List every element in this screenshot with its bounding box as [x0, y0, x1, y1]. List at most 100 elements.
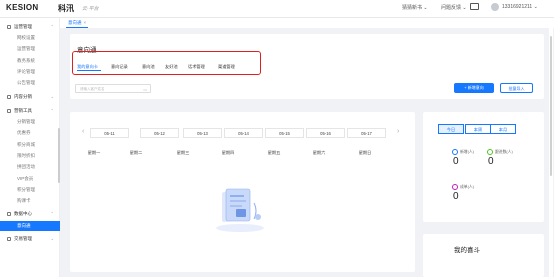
sub-tab-5[interactable]: 渠道管理	[218, 64, 235, 70]
calendar-icon[interactable]: ▭	[143, 86, 147, 94]
sidebar-scrollbar[interactable]	[58, 128, 60, 183]
sidebar-item-5[interactable]: 公告管理	[0, 78, 60, 88]
sub-tab-underline	[77, 70, 101, 71]
sidebar-item-label: 网校设置	[17, 35, 35, 40]
sidebar-item-label: 公告管理	[17, 80, 35, 85]
mail-icon[interactable]	[470, 3, 479, 10]
date-cell[interactable]: 05-14	[224, 128, 263, 138]
sidebar-item-13[interactable]: VIP会员	[0, 174, 60, 184]
weekday-header: 星期一	[87, 150, 101, 155]
stat-value: 0	[453, 156, 459, 167]
period-tab-1[interactable]: 本周	[465, 124, 491, 134]
top-bar: KESION 科汛 云·平台 猜猜新书 ⌄ 问题反馈 ⌄ 13316921211…	[0, 0, 554, 18]
user-account[interactable]: 13316921211 ⌄	[502, 4, 538, 10]
tab-yixiangtong[interactable]: 意向通 ×	[66, 18, 89, 28]
weekday-header: 星期二	[129, 150, 143, 155]
menu-group-icon	[7, 236, 11, 241]
sub-tab-1[interactable]: 意向记录	[111, 64, 128, 70]
chevron-icon: ⌄	[50, 236, 54, 241]
sidebar-item-label: 运营管理	[14, 24, 32, 29]
sidebar-item-12[interactable]: 拼团活动	[0, 162, 60, 172]
highlight-box	[72, 51, 261, 75]
sidebar-item-17[interactable]: 意向通	[0, 221, 60, 231]
sidebar-item-label: 分销管理	[17, 119, 35, 124]
close-icon[interactable]: ×	[84, 20, 87, 25]
prev-arrow-icon[interactable]: ‹	[82, 128, 84, 135]
sidebar-item-label: 教务系统	[17, 58, 35, 63]
sidebar-item-label: 积分商城	[17, 142, 35, 147]
chevron-icon: ⌄	[50, 94, 54, 99]
sidebar-item-label: 购课卡	[17, 198, 31, 203]
menu-group-icon	[7, 108, 11, 113]
sidebar-item-label: 限时折扣	[17, 153, 35, 158]
menu-group-icon	[7, 24, 11, 29]
sidebar-item-label: 运营管理	[17, 46, 35, 51]
sidebar-item-9[interactable]: 优惠券	[0, 128, 60, 138]
add-intent-button[interactable]: + 新增意向	[454, 83, 494, 93]
sidebar-item-2[interactable]: 运营管理	[0, 44, 60, 54]
sidebar-item-label: 交易管理	[14, 236, 32, 241]
weekday-header: 星期四	[221, 150, 235, 155]
date-cell[interactable]: 05-13	[183, 128, 222, 138]
avatar[interactable]	[491, 3, 499, 11]
sidebar-item-0[interactable]: 运营管理 ⌃	[0, 22, 60, 32]
sidebar-item-7[interactable]: 营销工具 ⌃	[0, 106, 60, 116]
sidebar-item-label: 积分管理	[17, 187, 35, 192]
brand-logo: KESION	[6, 3, 39, 12]
next-arrow-icon[interactable]: ›	[397, 128, 399, 135]
sidebar-item-10[interactable]: 积分商城	[0, 140, 60, 150]
brand-tagline: 云·平台	[82, 6, 99, 12]
sidebar-item-8[interactable]: 分销管理	[0, 117, 60, 127]
tab-label: 意向通	[68, 20, 82, 25]
stat-value: 0	[488, 156, 494, 167]
weekday-header: 星期六	[312, 150, 326, 155]
weekday-header: 星期三	[176, 150, 190, 155]
sidebar-item-15[interactable]: 购课卡	[0, 196, 60, 206]
menu-group-icon	[7, 94, 11, 99]
stat-icon	[452, 184, 458, 190]
sidebar-item-14[interactable]: 积分管理	[0, 185, 60, 195]
date-cell[interactable]: 05-11	[90, 128, 129, 138]
bulk-import-button[interactable]: 批量导入	[500, 83, 533, 93]
ranking-title: 我的喜斗	[454, 247, 480, 254]
chevron-icon: ⌃	[50, 24, 54, 29]
sidebar-item-18[interactable]: 交易管理 ⌄	[0, 234, 60, 244]
sidebar-item-label: 评论管理	[17, 69, 35, 74]
sidebar-item-label: 意向通	[17, 223, 31, 228]
sidebar-item-label: 数据中心	[14, 211, 32, 216]
top-menu-feedback[interactable]: 问题反馈 ⌄	[441, 4, 467, 11]
stat-icon	[452, 149, 458, 155]
sidebar-item-11[interactable]: 限时折扣	[0, 151, 60, 161]
sidebar-item-label: 内容分销	[14, 94, 32, 99]
date-cell[interactable]: 05-17	[347, 128, 386, 138]
sidebar-item-3[interactable]: 教务系统	[0, 56, 60, 66]
sidebar-item-label: VIP会员	[17, 176, 34, 181]
date-cell[interactable]: 05-12	[140, 128, 179, 138]
chevron-icon: ⌃	[50, 108, 54, 113]
sidebar-item-1[interactable]: 网校设置	[0, 33, 60, 43]
page-tab-strip: 意向通 ×	[60, 18, 554, 28]
sidebar-item-16[interactable]: 数据中心 ⌃	[0, 209, 60, 219]
sidebar: 运营管理 ⌃ 网校设置 运营管理 教务系统 评论管理 公告管理 内容分销 ⌄ 营销工具 ⌃ 分销管理优…	[0, 18, 60, 277]
stat-value: 0	[453, 191, 459, 202]
sidebar-item-6[interactable]: 内容分销 ⌄	[0, 92, 60, 102]
menu-group-icon	[7, 211, 11, 216]
sidebar-item-label: 拼团活动	[17, 164, 35, 169]
search-input[interactable]: 请输入客户姓名 ▭	[75, 84, 151, 93]
sub-tab-3[interactable]: 友好池	[165, 64, 178, 70]
top-menu-guide[interactable]: 猜猜新书 ⌄	[402, 4, 428, 11]
weekday-header: 星期五	[267, 150, 281, 155]
sub-tab-4[interactable]: 话术管理	[188, 64, 205, 70]
chevron-icon: ⌃	[50, 211, 54, 216]
period-tab-2[interactable]: 本月	[490, 124, 516, 134]
period-tab-0[interactable]: 今日	[438, 124, 464, 134]
sidebar-item-4[interactable]: 评论管理	[0, 67, 60, 77]
date-cell[interactable]: 05-15	[265, 128, 304, 138]
date-cell[interactable]: 05-16	[306, 128, 345, 138]
sidebar-item-label: 营销工具	[14, 108, 32, 113]
sub-tab-2[interactable]: 意向池	[142, 64, 155, 70]
ranking-card	[423, 234, 544, 277]
stat-icon	[487, 149, 493, 155]
sidebar-item-label: 优惠券	[17, 130, 31, 135]
page-scrollbar-thumb[interactable]	[550, 36, 552, 176]
